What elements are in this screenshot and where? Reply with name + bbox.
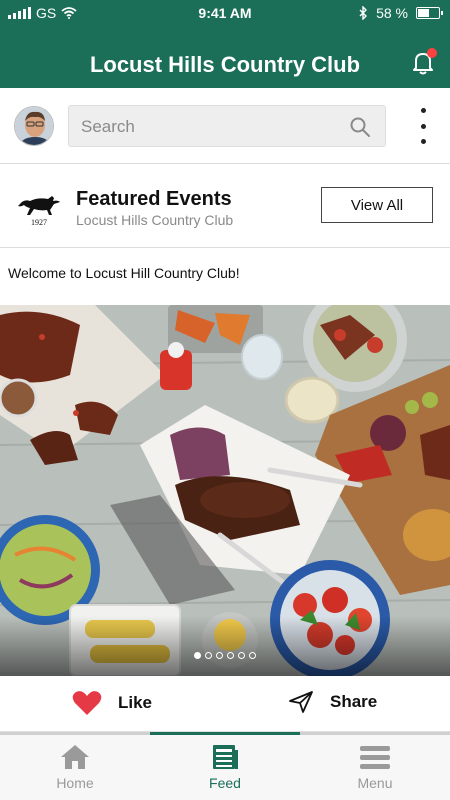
send-icon: [289, 691, 313, 713]
carousel-dot[interactable]: [238, 652, 245, 659]
post-actions: Like Share: [0, 676, 450, 732]
avatar[interactable]: [14, 106, 54, 146]
battery-icon: [416, 7, 443, 19]
search-input[interactable]: [81, 114, 341, 140]
post-text: Welcome to Locust Hill Country Club!: [8, 265, 240, 281]
post-image-carousel[interactable]: [0, 305, 450, 676]
tab-bar: Home Feed Menu: [0, 732, 450, 800]
club-logo: 1927: [16, 190, 62, 228]
carousel-dot[interactable]: [194, 652, 201, 659]
header-bar: Locust Hills Country Club: [0, 26, 450, 88]
battery-percent: 58 %: [376, 5, 408, 21]
carousel-indicator[interactable]: [0, 652, 450, 659]
logo-year: 1927: [31, 218, 47, 227]
tab-home-label: Home: [56, 775, 94, 791]
tab-feed-label: Feed: [209, 775, 241, 791]
carousel-dot[interactable]: [227, 652, 234, 659]
featured-subtitle: Locust Hills Country Club: [76, 212, 234, 228]
menu-icon: [360, 746, 390, 769]
notifications-button[interactable]: [412, 48, 437, 75]
view-all-button[interactable]: View All: [321, 187, 433, 223]
share-label: Share: [330, 692, 378, 711]
featured-title: Featured Events: [76, 188, 232, 210]
notification-dot: [427, 48, 437, 58]
page-title: Locust Hills Country Club: [89, 52, 361, 77]
search-bar[interactable]: [68, 105, 386, 147]
like-label: Like: [118, 693, 153, 712]
search-icon[interactable]: [349, 116, 371, 138]
carousel-dot[interactable]: [249, 652, 256, 659]
featured-events-row[interactable]: 1927 Featured Events Locust Hills Countr…: [0, 164, 450, 248]
heart-icon: [72, 691, 102, 715]
share-button[interactable]: Share: [288, 690, 377, 714]
like-button[interactable]: Like: [72, 690, 152, 716]
tab-menu[interactable]: Menu: [300, 735, 450, 800]
carousel-dot[interactable]: [216, 652, 223, 659]
search-row: [0, 88, 450, 164]
status-bar: GS 9:41 AM 58 %: [0, 0, 450, 26]
tab-menu-label: Menu: [357, 775, 393, 791]
tab-feed[interactable]: Feed: [150, 735, 300, 800]
bluetooth-icon: [359, 6, 368, 20]
more-options-icon[interactable]: [416, 108, 430, 144]
carousel-dot[interactable]: [205, 652, 212, 659]
feed-icon: [213, 745, 238, 769]
home-icon: [61, 745, 89, 769]
tab-home[interactable]: Home: [0, 735, 150, 800]
